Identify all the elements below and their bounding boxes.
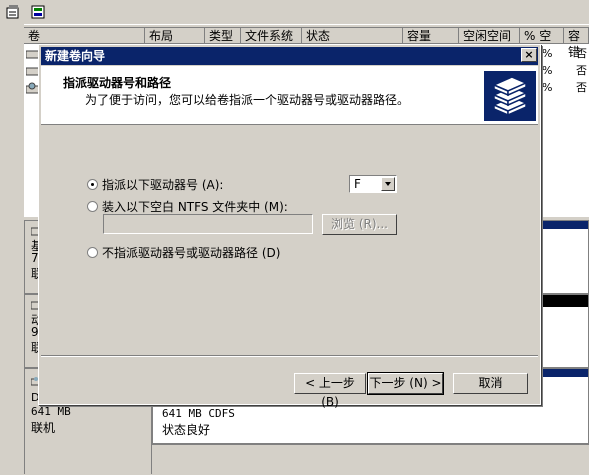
- toolbar: [0, 0, 589, 25]
- wizard-header: 指派驱动器号和路径 为了便于访问，您可以给卷指派一个驱动器号或驱动器路径。: [41, 66, 538, 125]
- no-assign-label[interactable]: 不指派驱动器号或驱动器路径 (D): [102, 244, 280, 261]
- next-button[interactable]: 下一步 (N) >: [367, 372, 444, 395]
- column-header-layout[interactable]: 布局: [145, 28, 205, 44]
- dialog-title[interactable]: 新建卷向导: [41, 47, 538, 65]
- mount-folder-label[interactable]: 装入以下空白 NTFS 文件夹中 (M):: [102, 198, 288, 215]
- column-header-fault-tolerance[interactable]: 容错: [564, 28, 589, 59]
- back-button[interactable]: < 上一步 (B): [294, 373, 366, 409]
- close-button[interactable]: ×: [521, 48, 537, 62]
- column-header-filesystem[interactable]: 文件系统: [241, 28, 302, 44]
- column-header-percent-free[interactable]: % 空闲: [520, 28, 564, 59]
- partition-status: 状态良好: [162, 423, 211, 437]
- status-bar: [152, 444, 589, 475]
- help-icon[interactable]: [30, 3, 48, 21]
- properties-icon[interactable]: [4, 3, 22, 21]
- column-header-capacity[interactable]: 容量: [403, 28, 459, 44]
- row-fault: 否: [576, 47, 587, 60]
- mount-folder-radio[interactable]: [87, 201, 98, 212]
- drive-letter-select[interactable]: F: [349, 175, 397, 193]
- separator: [41, 355, 538, 357]
- row-fault: 否: [576, 64, 587, 77]
- assign-letter-radio[interactable]: [87, 179, 98, 190]
- chevron-down-icon[interactable]: [381, 177, 395, 191]
- column-header-type[interactable]: 类型: [205, 28, 241, 44]
- disk-status: 联机: [31, 421, 56, 435]
- row-fault: 否: [576, 81, 587, 94]
- header-title: 指派驱动器号和路径: [63, 76, 172, 90]
- folder-path-input[interactable]: [103, 214, 313, 234]
- row-pct-free: %: [542, 47, 553, 60]
- column-header-free-space[interactable]: 空闲空间: [459, 28, 520, 44]
- partition-size-fs: 641 MB CDFS: [162, 407, 235, 420]
- disk-stack-icon: [484, 71, 536, 121]
- no-assign-radio[interactable]: [87, 247, 98, 258]
- column-header-status[interactable]: 状态: [302, 28, 403, 44]
- column-header-volume[interactable]: 卷: [24, 28, 145, 44]
- left-gutter: [0, 24, 24, 474]
- cancel-button[interactable]: 取消: [453, 373, 528, 394]
- drive-letter-value: F: [354, 177, 361, 191]
- assign-letter-label[interactable]: 指派以下驱动器号 (A):: [102, 176, 223, 193]
- row-pct-free: %: [542, 64, 553, 77]
- new-volume-wizard: 新建卷向导 × 指派驱动器号和路径 为了便于访问，您可以给卷指派一个驱动器号或驱…: [38, 44, 541, 409]
- disk-size: 641 MB: [31, 405, 71, 418]
- browse-button[interactable]: 浏览 (R)...: [322, 214, 397, 235]
- header-description: 为了便于访问，您可以给卷指派一个驱动器号或驱动器路径。: [85, 93, 410, 107]
- row-pct-free: %: [542, 81, 553, 94]
